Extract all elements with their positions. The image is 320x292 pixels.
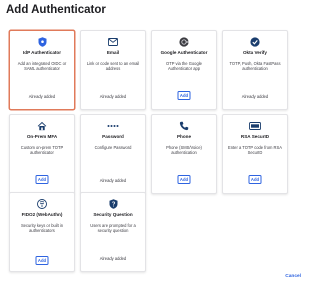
- add-button[interactable]: Add: [35, 256, 49, 265]
- card-name: Okta Verify: [242, 50, 267, 55]
- card-description: Link or code sent to an email address: [86, 61, 140, 72]
- card-status: Already added: [99, 94, 127, 99]
- card-phone[interactable]: Phone Phone (SMS/Voice) authentication A…: [151, 114, 217, 194]
- card-description: Configure Password: [94, 145, 132, 150]
- card-description: Phone (SMS/Voice) authentication: [166, 145, 202, 156]
- add-button[interactable]: Add: [248, 175, 262, 184]
- card-password[interactable]: Password Configure Password Already adde…: [80, 114, 146, 194]
- card-name: FIDO2 (WebAuthn): [21, 212, 63, 217]
- okta-verify-icon: [223, 36, 287, 47]
- add-button[interactable]: Add: [177, 91, 191, 100]
- card-on-prem-mfa[interactable]: On-Prem MFA Custom on-prem TOTP authenti…: [9, 114, 75, 194]
- card-name: IdP Authenticator: [22, 50, 62, 55]
- dialog-title: Add Authenticator: [6, 4, 106, 16]
- card-email[interactable]: Email Link or code sent to an email addr…: [80, 30, 146, 110]
- add-button[interactable]: Add: [35, 175, 49, 184]
- google-authenticator-icon: [152, 36, 216, 47]
- card-name: Security Question: [93, 212, 133, 217]
- card-okta-verify[interactable]: Okta Verify TOTP, Push, Okta FastPass au…: [222, 30, 288, 110]
- card-description: Enter a TOTP code from RSA SecurID: [228, 145, 282, 156]
- card-description: Custom on-prem TOTP authenticator: [20, 145, 64, 156]
- cancel-button[interactable]: Cancel: [285, 274, 301, 279]
- card-name: Google Authenticator: [160, 50, 208, 55]
- card-status: Already added: [241, 94, 269, 99]
- card-idp-authenticator[interactable]: IdP Authenticator Add an integrated OIDC…: [9, 30, 75, 110]
- envelope-icon: [81, 36, 145, 47]
- card-description: OTP via the Google Authenticator app: [166, 61, 202, 72]
- add-button[interactable]: Add: [177, 175, 191, 184]
- card-description: Users are prompted for a security questi…: [90, 223, 136, 234]
- password-icon: [81, 120, 145, 131]
- shield-icon: [10, 36, 74, 47]
- rsa-securid-icon: [223, 120, 287, 131]
- card-status: Already added: [99, 178, 127, 183]
- card-status: Already added: [99, 256, 127, 261]
- card-name: Email: [106, 50, 120, 55]
- card-name: Phone: [176, 134, 192, 139]
- on-prem-mfa-icon: [10, 120, 74, 131]
- card-description: Security keys or built in authenticators: [20, 223, 64, 234]
- card-description: TOTP, Push, Okta FastPass authentication: [229, 61, 281, 72]
- fido2-icon: [10, 198, 74, 209]
- card-status: Already added: [28, 94, 56, 99]
- card-google-authenticator[interactable]: Google Authenticator OTP via the Google …: [151, 30, 217, 110]
- card-name: RSA SecurID: [240, 134, 270, 139]
- add-authenticator-dialog: Add Authenticator IdP Authenticator Add …: [0, 0, 314, 292]
- card-name: Password: [102, 134, 124, 139]
- phone-icon: [152, 120, 216, 131]
- card-fido2-webauthn[interactable]: FIDO2 (WebAuthn) Security keys or built …: [9, 192, 75, 272]
- card-rsa-securid[interactable]: RSA SecurID Enter a TOTP code from RSA S…: [222, 114, 288, 194]
- card-name: On-Prem MFA: [26, 134, 58, 139]
- security-question-icon: [81, 198, 145, 209]
- card-description: Add an integrated OIDC or SAML authentic…: [17, 61, 67, 72]
- card-security-question[interactable]: Security Question Users are prompted for…: [80, 192, 146, 272]
